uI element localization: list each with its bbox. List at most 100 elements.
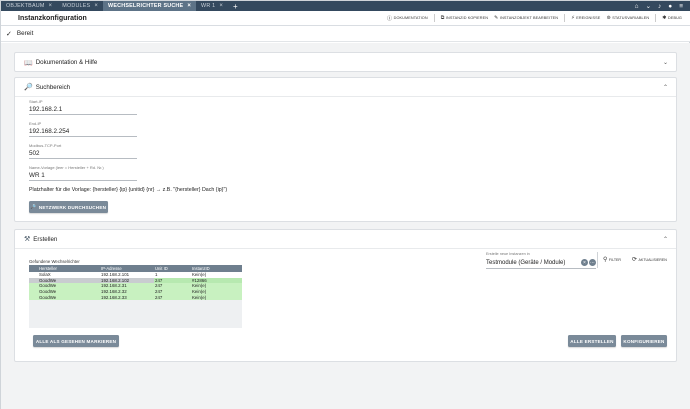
button-label: FILTER: [608, 257, 622, 262]
placeholder-hint: Platzhalter für die Vorlage: {hersteller…: [29, 187, 228, 193]
event-icon: ⚡: [571, 15, 575, 21]
search-icon: 🔎: [30, 204, 37, 209]
cell-unit-id: 247: [155, 289, 163, 295]
refresh-button[interactable]: ⟳ AKTUALISIEREN: [632, 256, 667, 263]
button-label: ALLE ALS GESEHEN MARKIEREN: [35, 338, 117, 344]
panel-title: Erstellen: [33, 235, 58, 243]
info-icon: ⓘ: [387, 15, 393, 22]
page-header: Instanzkonfiguration ⓘ DOKUMENTATION ⧉ I…: [1, 11, 690, 26]
user-icon[interactable]: ●: [668, 3, 672, 10]
tab-modules[interactable]: MODULES ×: [57, 1, 103, 11]
app-window: OBJEKTBAUM × MODULES × WECHSELRICHTER SU…: [0, 0, 690, 409]
documentation-panel: 📖 Dokumentation & Hilfe ⌄: [14, 52, 677, 72]
book-icon: 📖: [24, 59, 33, 67]
cell-ip: 192.168.2.102: [101, 277, 130, 283]
cell-maker: GoodWe: [39, 277, 57, 283]
found-inverters-label: Gefundene Wechselrichter: [29, 259, 80, 264]
chevron-up-icon[interactable]: ⌃: [663, 236, 668, 243]
search-panel-header[interactable]: 🔎 Suchbereich ⌃: [15, 78, 676, 97]
cell-instance-id: Kein(e): [192, 289, 207, 295]
divider: [564, 14, 566, 22]
variables-icon: ⊚: [606, 15, 611, 21]
field-value[interactable]: 502: [29, 148, 137, 158]
filter-button[interactable]: ⚲ FILTER: [603, 256, 621, 263]
field-value[interactable]: 192.168.2.254: [29, 126, 137, 136]
events-button[interactable]: ⚡ EREIGNISSE: [571, 15, 600, 21]
create-panel-header[interactable]: ⚒ Erstellen ⌃: [15, 230, 676, 249]
cell-unit-id: 247: [155, 283, 163, 289]
field-value[interactable]: WR 1: [29, 170, 137, 180]
clear-icon[interactable]: ×: [581, 259, 588, 266]
tab-label: MODULES: [62, 3, 91, 9]
target-category-value[interactable]: Testmodule (Geräte / Module) × ⋯: [486, 256, 596, 269]
edit-icon: ✎: [494, 15, 499, 21]
debug-button[interactable]: ✱ DEBUG: [662, 15, 682, 21]
close-icon[interactable]: ×: [219, 3, 223, 9]
button-label: KONFIGURIEREN: [623, 338, 665, 344]
modbus-port-field[interactable]: Modbus-TCP-Port 502: [29, 143, 137, 159]
name-template-field[interactable]: Name-Vorlage (leer = Hersteller + Rd. Nr…: [29, 165, 137, 181]
tab-objektbaum[interactable]: OBJEKTBAUM ×: [1, 1, 57, 11]
chevron-down-icon[interactable]: ⌄: [646, 2, 651, 10]
close-icon[interactable]: ×: [49, 3, 53, 9]
tool-label: INSTANZID KOPIEREN: [445, 16, 489, 20]
close-icon[interactable]: ×: [187, 3, 191, 9]
field-value[interactable]: 192.168.2.1: [29, 104, 137, 114]
cell-ip: 192.168.2.31: [101, 283, 127, 289]
main-content: 📖 Dokumentation & Hilfe ⌄ 🔎 Suchbereich …: [1, 43, 690, 409]
status-variables-button[interactable]: ⊚ STATUSVARIABLEN: [606, 15, 649, 21]
table-row[interactable]: SolaX 192.168.2.101 1 Kein(e): [29, 272, 242, 278]
panel-title: Suchbereich: [35, 83, 71, 91]
start-ip-field[interactable]: Start-IP 192.168.2.1: [29, 99, 137, 115]
menu-icon[interactable]: ≡: [679, 3, 683, 10]
tab-label: WECHSELRICHTER SUCHE: [108, 3, 184, 9]
edit-instance-button[interactable]: ✎ INSTANZOBJEKT BEARBEITEN: [494, 15, 558, 21]
button-label: NETZWERK DURCHSUCHEN: [38, 204, 107, 210]
page-title: Instanzkonfiguration: [18, 14, 87, 22]
status-bar: ✓ Bereit: [1, 26, 690, 42]
tab-wechselrichter-suche[interactable]: WECHSELRICHTER SUCHE ×: [103, 1, 197, 11]
cell-instance-id: Kein(e): [192, 283, 207, 289]
tab-wr1[interactable]: WR 1 ×: [196, 1, 228, 11]
tab-bar-icons: ⌂ ⌄ ♪ ● ≡: [635, 1, 690, 11]
scan-network-button[interactable]: 🔎 NETZWERK DURCHSUCHEN: [29, 201, 108, 213]
select-value: Testmodule (Geräte / Module): [486, 259, 566, 266]
cell-unit-id: 247: [155, 294, 163, 300]
cell-maker: GoodWe: [39, 289, 57, 295]
documentation-button[interactable]: ⓘ DOKUMENTATION: [387, 15, 428, 22]
cell-instance-id: #12866: [191, 277, 242, 283]
mark-all-seen-button[interactable]: ALLE ALS GESEHEN MARKIEREN: [33, 335, 119, 347]
bell-icon[interactable]: ♪: [658, 3, 661, 10]
column-header[interactable]: Unit ID: [154, 266, 191, 271]
panel-title: Dokumentation & Hilfe: [35, 59, 98, 66]
add-tab-button[interactable]: +: [228, 1, 243, 11]
search-icon: ⚲: [603, 257, 608, 263]
button-label: ALLE ERSTELLEN: [570, 338, 614, 344]
configure-button[interactable]: KONFIGURIEREN: [621, 335, 667, 347]
documentation-panel-header[interactable]: 📖 Dokumentation & Hilfe ⌄: [15, 53, 676, 72]
table-row[interactable]: GoodWe 192.168.2.33 247 Kein(e): [29, 294, 242, 300]
column-header[interactable]: Hersteller: [29, 266, 100, 271]
column-header[interactable]: InstanzID: [191, 266, 242, 271]
divider: [433, 14, 435, 22]
end-ip-field[interactable]: End-IP 192.168.2.254: [29, 121, 137, 137]
chevron-down-icon[interactable]: ⌄: [663, 59, 668, 66]
tool-label: EREIGNISSE: [576, 16, 601, 20]
table-row[interactable]: GoodWe 192.168.2.32 247 Kein(e): [29, 288, 242, 295]
table-row[interactable]: GoodWe 192.168.2.102 247 #12866: [29, 277, 242, 284]
cell-unit-id: 1: [155, 272, 158, 278]
open-selector-icon[interactable]: ⋯: [589, 259, 596, 266]
copy-instance-id-button[interactable]: ⧉ INSTANZID KOPIEREN: [441, 15, 488, 21]
column-header[interactable]: IP-Adresse: [100, 266, 154, 271]
cell-instance-id: Kein(e): [192, 294, 207, 300]
chevron-up-icon[interactable]: ⌃: [663, 84, 668, 91]
close-icon[interactable]: ×: [94, 3, 98, 9]
table-row[interactable]: GoodWe 192.168.2.31 247 Kein(e): [29, 283, 242, 289]
cell-ip: 192.168.2.32: [101, 289, 127, 295]
target-category-select[interactable]: Erstelle neue Instanzen in Testmodule (G…: [486, 252, 596, 269]
store-icon[interactable]: ⌂: [635, 3, 639, 10]
search-icon: 🔎: [24, 84, 33, 91]
refresh-icon: ⟳: [632, 257, 638, 263]
tab-label: WR 1: [201, 3, 216, 9]
create-all-button[interactable]: ALLE ERSTELLEN: [568, 335, 616, 347]
